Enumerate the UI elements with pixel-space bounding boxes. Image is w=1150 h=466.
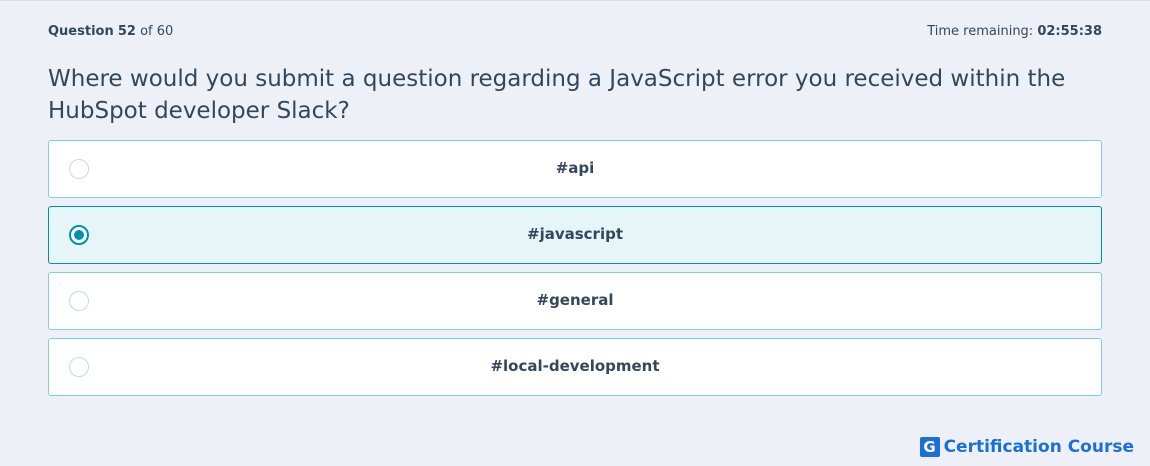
- question-number: 52: [117, 24, 136, 39]
- answer-option-api[interactable]: #api: [48, 140, 1102, 198]
- answer-label: #api: [555, 159, 595, 177]
- quiz-header: Question 52 of 60 Time remaining: 02:55:…: [48, 24, 1102, 42]
- brand-logo-icon: G: [919, 437, 940, 457]
- time-value: 02:55:38: [1037, 24, 1102, 39]
- answer-option-javascript[interactable]: #javascript: [48, 206, 1102, 264]
- time-remaining: Time remaining: 02:55:38: [927, 24, 1102, 39]
- answer-label: #local-development: [490, 357, 660, 375]
- question-counter: Question 52 of 60: [48, 24, 173, 39]
- answer-label: #general: [536, 291, 614, 309]
- question-label: Question: [48, 24, 114, 39]
- time-label: Time remaining:: [927, 24, 1034, 39]
- answer-label: #javascript: [527, 225, 623, 243]
- answer-options: #api #javascript #general #local-develop…: [48, 140, 1102, 404]
- answer-option-general[interactable]: #general: [48, 272, 1102, 330]
- question-text: Where would you submit a question regard…: [48, 66, 1066, 124]
- question-total: of 60: [140, 24, 174, 39]
- brand-logo: G Certification Course: [919, 437, 1134, 457]
- answer-option-local-development[interactable]: #local-development: [48, 338, 1102, 396]
- top-divider: [0, 0, 1150, 1]
- brand-name: Certification Course: [943, 437, 1134, 457]
